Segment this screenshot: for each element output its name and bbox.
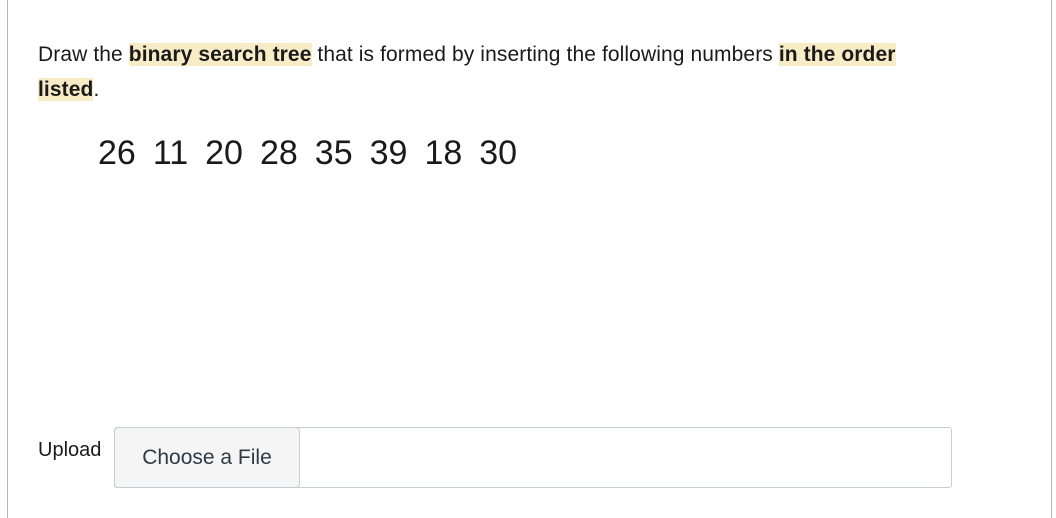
question-text: Draw the binary search tree that is form…	[38, 37, 1028, 107]
sequence-number: 18	[424, 134, 463, 172]
sequence-number: 26	[98, 134, 136, 172]
emphasis-binary-search-tree: binary search tree	[128, 43, 312, 66]
file-upload-field[interactable]: Choose a File	[114, 427, 952, 488]
sequence-number: 11	[152, 134, 189, 172]
choose-file-button[interactable]: Choose a File	[114, 427, 300, 488]
emphasis-in-the-order: in the order	[778, 43, 896, 66]
question-text-part: that is formed by inserting the followin…	[311, 43, 779, 66]
sequence-number: 35	[314, 134, 353, 172]
number-sequence: 26 11 20 28 35 39 18 30	[98, 131, 534, 175]
question-text-part: .	[93, 78, 100, 101]
sequence-number: 30	[479, 134, 518, 172]
upload-label: Upload	[38, 439, 102, 461]
question-text-part: Draw the	[38, 43, 129, 66]
emphasis-listed: listed	[38, 78, 94, 101]
sequence-number: 28	[259, 134, 298, 172]
sequence-number: 20	[205, 134, 243, 172]
sequence-number: 39	[369, 134, 408, 172]
